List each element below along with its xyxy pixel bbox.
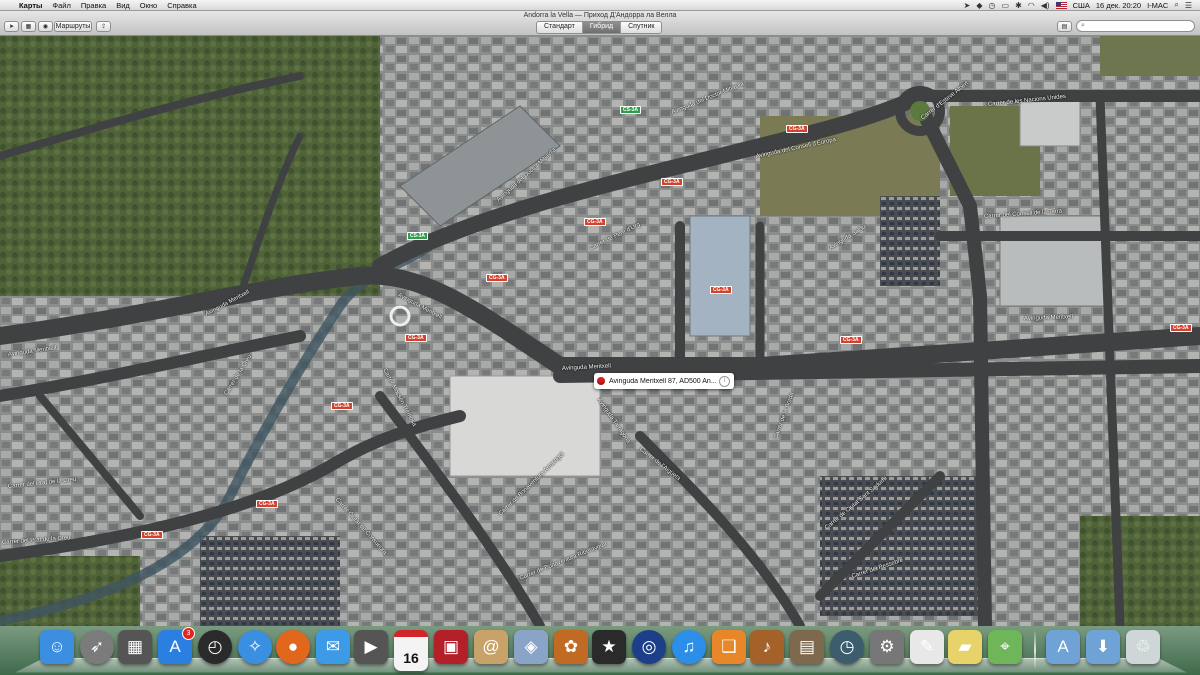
rocket-icon[interactable]: ➶ <box>80 630 114 664</box>
dock: ☺ ➶ ▦ A 3 ◴ ✧ ● ✉ ▶ 16 ▣ @ ◈ ✿ ★ ◎ ♫ ❑ ♪ ▤ ◷ ⚙ ✎ ▰ ⌖ A ⬇ ♲ <box>0 626 1200 675</box>
photo-booth-icon[interactable]: ▣ <box>434 630 468 664</box>
pin-callout[interactable]: Avinguda Meritxell 87, AD500 An... i <box>594 373 734 389</box>
menu-view[interactable]: Вид <box>111 1 135 10</box>
highway-shield: CG-3A <box>584 218 606 226</box>
view-mode-hybrid[interactable]: Гибрид <box>582 22 622 33</box>
share-icon: ⇪ <box>100 24 107 30</box>
menu-app-name[interactable]: Карты <box>14 1 47 10</box>
map-pin-icon[interactable] <box>597 377 605 385</box>
safari-icon[interactable]: ✧ <box>238 630 272 664</box>
view-mode-standard[interactable]: Стандарт <box>537 22 583 33</box>
spotlight-icon[interactable]: ⌕ <box>1174 0 1178 10</box>
trash-icon[interactable]: ♲ <box>1126 630 1160 664</box>
messages-icon[interactable]: ✉ <box>316 630 350 664</box>
traffic-button[interactable]: ◉ <box>38 21 53 32</box>
volume-icon[interactable]: ◀) <box>1041 1 1050 10</box>
sidebar-toggle-button[interactable]: ▤ <box>1057 21 1072 32</box>
highway-shield: CG-3A <box>405 334 427 342</box>
highway-shield: CS-3A <box>620 106 642 114</box>
stickies-icon[interactable]: ▰ <box>948 630 982 664</box>
search-field[interactable]: ⌕ <box>1076 20 1195 32</box>
3d-icon: ▦ <box>25 24 32 30</box>
input-source-label[interactable]: США <box>1073 1 1090 10</box>
search-input[interactable] <box>1084 21 1184 31</box>
sidebar-icon: ▤ <box>1061 24 1068 30</box>
menu-user[interactable]: I-MAC <box>1147 1 1168 10</box>
calendar-date: 16 <box>403 649 419 666</box>
dashboard-icon[interactable]: ◴ <box>198 630 232 664</box>
notification-center-icon[interactable]: ☰ <box>1185 1 1192 10</box>
menu-clock[interactable]: 16 дек. 20:20 <box>1096 1 1141 10</box>
callout-address: Avinguda Meritxell 87, AD500 An... <box>609 377 717 385</box>
highway-shield: CG-3A <box>661 178 683 186</box>
mission-control-icon[interactable]: ▦ <box>118 630 152 664</box>
highway-shield: CG-3A <box>1170 324 1192 332</box>
menu-bar: Карты Файл Правка Вид Окно Справка ➤ ◆ ◷… <box>0 0 1200 11</box>
menu-help[interactable]: Справка <box>162 1 201 10</box>
highway-shield: CS-3A <box>407 232 429 240</box>
time-machine-status-icon[interactable]: ◷ <box>989 1 996 10</box>
contacts-icon[interactable]: @ <box>474 630 508 664</box>
ibooks-icon[interactable]: ❑ <box>712 630 746 664</box>
menu-window[interactable]: Окно <box>135 1 162 10</box>
us-flag-icon[interactable] <box>1055 1 1067 9</box>
textedit-icon[interactable]: ✎ <box>910 630 944 664</box>
highway-shield: CG-3A <box>256 500 278 508</box>
highway-shield: CG-3A <box>710 286 732 294</box>
maps-icon[interactable]: ⌖ <box>988 630 1022 664</box>
view-mode-satellite[interactable]: Спутник <box>621 22 662 33</box>
notification-badge: 3 <box>182 627 195 640</box>
search-icon: ⌕ <box>1081 22 1085 29</box>
highway-shield: CG-3A <box>840 336 862 344</box>
highway-shield: CG-3A <box>486 274 508 282</box>
time-machine-icon[interactable]: ◷ <box>830 630 864 664</box>
location-arrow-icon: ➤ <box>8 24 15 30</box>
applications-folder-icon[interactable]: A <box>1046 630 1080 664</box>
view-mode-segmented: Стандарт Гибрид Спутник <box>536 21 663 34</box>
window-toolbar: Andorra la Vella — Приход Д'Андорра ла В… <box>0 11 1200 36</box>
dropbox-icon[interactable]: ◆ <box>976 1 982 10</box>
highway-shield: CG-3A <box>331 402 353 410</box>
routes-button[interactable]: Маршруты <box>54 21 92 32</box>
menu-edit[interactable]: Правка <box>76 1 111 10</box>
traffic-icon: ◉ <box>42 24 49 30</box>
highway-shield: CG-3A <box>786 125 808 133</box>
wifi-icon[interactable]: ◠ <box>1028 1 1035 10</box>
imovie-icon[interactable]: ★ <box>592 630 626 664</box>
itunes-icon[interactable]: ♫ <box>672 630 706 664</box>
dvd-player-icon[interactable]: ◎ <box>632 630 666 664</box>
system-preferences-icon[interactable]: ⚙ <box>870 630 904 664</box>
dock-separator <box>1034 632 1036 668</box>
info-icon[interactable]: i <box>719 375 730 387</box>
location-icon[interactable]: ➤ <box>964 1 971 10</box>
map-view[interactable]: Avinguda del Doctor Mitjavila Avinguda d… <box>0 36 1200 626</box>
calendar-icon[interactable]: 16 <box>394 630 428 671</box>
preview-icon[interactable]: ◈ <box>514 630 548 664</box>
current-location-button[interactable]: ➤ <box>4 21 19 32</box>
firefox-icon[interactable]: ● <box>276 630 310 664</box>
share-button[interactable]: ⇪ <box>96 21 111 32</box>
window-title: Andorra la Vella — Приход Д'Андорра ла В… <box>523 12 677 19</box>
downloads-folder-icon[interactable]: ⬇ <box>1086 630 1120 664</box>
app-store-icon[interactable]: A3 <box>158 627 195 664</box>
menu-file[interactable]: Файл <box>47 1 75 10</box>
bluetooth-icon[interactable]: ✱ <box>1015 1 1022 10</box>
display-icon[interactable]: ▭ <box>1002 1 1010 10</box>
satellite-imagery <box>0 36 1200 626</box>
3d-button[interactable]: ▦ <box>21 21 36 32</box>
garageband-icon[interactable]: ♪ <box>750 630 784 664</box>
iphoto-icon[interactable]: ✿ <box>554 630 588 664</box>
facetime-icon[interactable]: ▶ <box>354 630 388 664</box>
highway-shield: CG-3A <box>141 531 163 539</box>
finder-icon[interactable]: ☺ <box>40 630 74 664</box>
photo-viewer-icon[interactable]: ▤ <box>790 630 824 664</box>
